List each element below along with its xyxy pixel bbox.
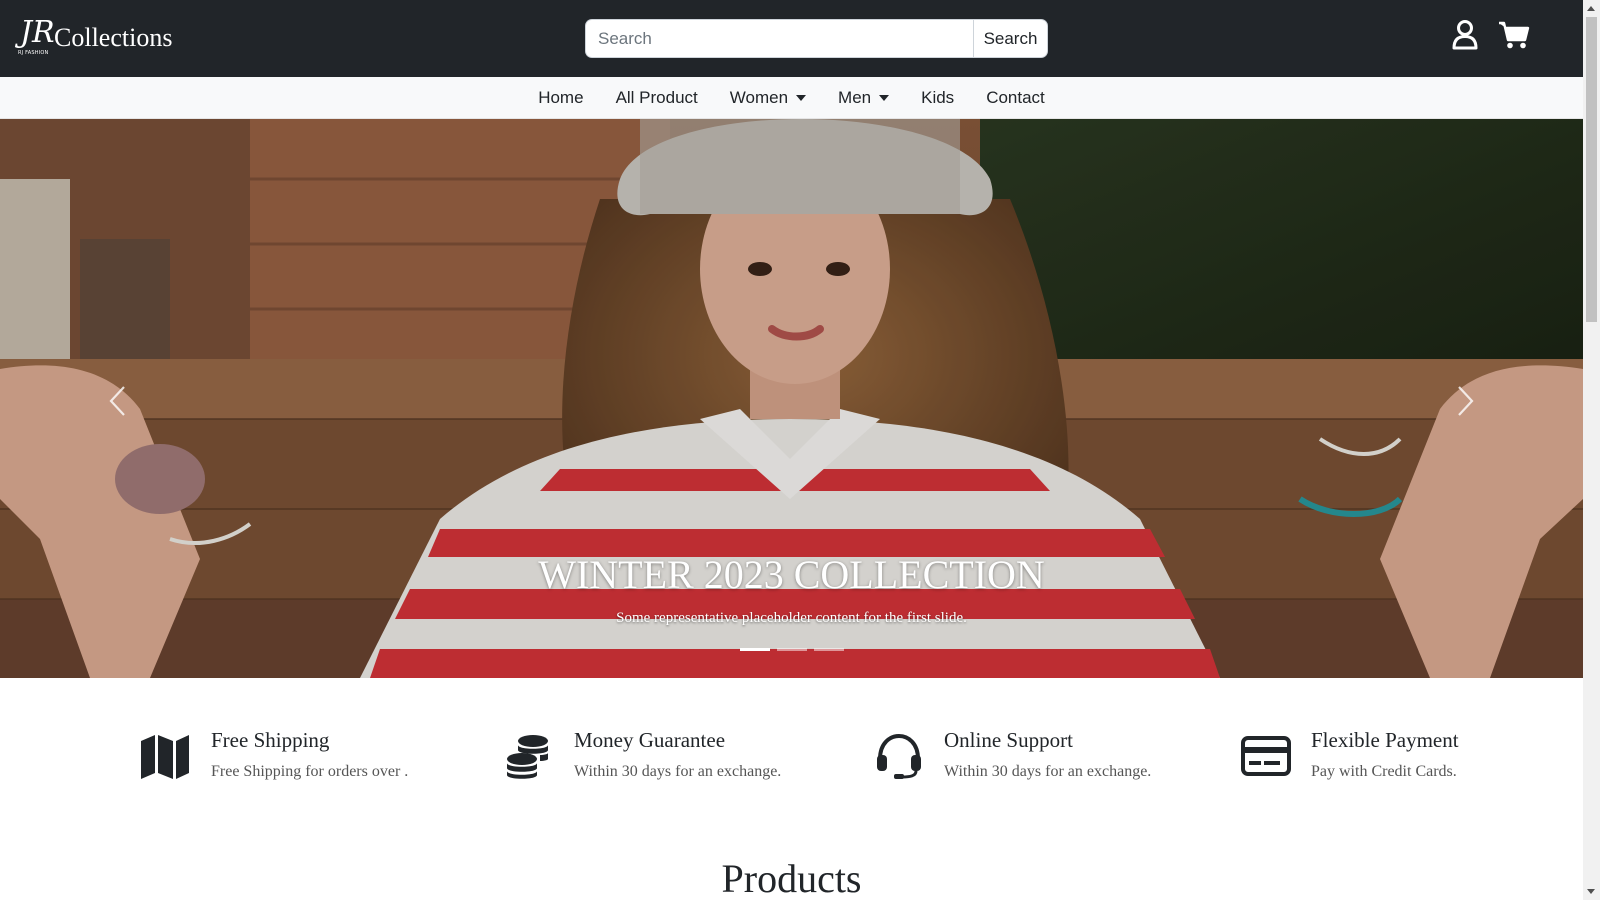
carousel-indicators [0,648,1583,651]
hero-caption: WINTER 2023 COLLECTION Some representati… [0,551,1583,627]
coins-icon [507,735,548,779]
nav-label: Women [729,88,789,107]
feature-desc: Within 30 days for an exchange. [944,763,1152,780]
carousel-indicator-1[interactable] [739,648,770,651]
nav-item-contact[interactable]: Contact [970,88,1061,108]
credit-card-icon [1241,736,1291,776]
header-actions [1452,20,1530,50]
nav-label: Kids [921,88,955,107]
feature-free-shipping: Free Shipping Free Shipping for orders o… [139,728,408,781]
carousel-next-button[interactable] [1445,381,1485,421]
feature-online-support: Online Support Within 30 days for an exc… [872,728,1151,781]
nav-item-kids[interactable]: Kids [905,88,970,108]
nav-list: Home All Product Women Men Kids Contact [0,77,1583,119]
feature-money-guarantee: Money Guarantee Within 30 days for an ex… [502,728,781,781]
nav-item-men[interactable]: Men [822,88,905,108]
feature-title: Money Guarantee [574,728,726,752]
chevron-left-icon [109,386,125,416]
hero-subtitle: Some representative placeholder content … [616,610,967,626]
scrollbar-thumb[interactable] [1586,17,1597,322]
scroll-up-icon[interactable] [1587,6,1595,11]
logo-monogram: JR [20,15,55,50]
page-scrollbar[interactable] [1583,0,1600,900]
search-button[interactable]: Search [973,19,1048,58]
carousel-indicator-2[interactable] [776,648,807,651]
search-input[interactable] [585,19,973,58]
brand-name: Collections [54,23,173,52]
hero-title: WINTER 2023 COLLECTION [538,552,1045,597]
feature-desc: Within 30 days for an exchange. [574,763,782,780]
main-nav: Home All Product Women Men Kids Contact [0,77,1583,119]
caret-down-icon [879,95,890,101]
feature-desc: Free Shipping for orders over . [211,763,409,780]
feature-flexible-payment: Flexible Payment Pay with Credit Cards. [1239,728,1459,781]
user-icon[interactable] [1452,20,1478,50]
map-icon [141,735,189,779]
feature-title: Free Shipping [211,728,330,752]
products-heading: Products [721,856,862,900]
top-header: JR RJ FASHION Collections Search [0,0,1583,77]
carousel-indicator-3[interactable] [813,648,844,651]
nav-item-women[interactable]: Women [714,88,822,108]
feature-title: Flexible Payment [1311,728,1459,752]
features-section: Free Shipping Free Shipping for orders o… [0,678,1583,828]
carousel-prev-button[interactable] [98,381,138,421]
brand-logo: JR RJ FASHION [18,16,55,60]
nav-label: Home [538,88,584,107]
brand-link[interactable]: JR RJ FASHION Collections [18,16,172,60]
logo-subtext: RJ FASHION [18,50,49,56]
feature-title: Online Support [944,728,1073,752]
headset-icon [877,733,921,779]
nav-label: Men [838,88,872,107]
nav-item-all-product[interactable]: All Product [600,88,714,108]
nav-label: Contact [986,88,1045,107]
chevron-right-icon [1458,386,1474,416]
cart-icon[interactable] [1498,20,1530,50]
nav-item-home[interactable]: Home [522,88,599,108]
caret-down-icon [796,95,807,101]
hero-carousel: WINTER 2023 COLLECTION Some representati… [0,119,1583,678]
nav-label: All Product [615,88,698,107]
scroll-down-icon[interactable] [1587,889,1595,894]
search-form: Search [585,19,1048,58]
feature-desc: Pay with Credit Cards. [1311,763,1457,780]
